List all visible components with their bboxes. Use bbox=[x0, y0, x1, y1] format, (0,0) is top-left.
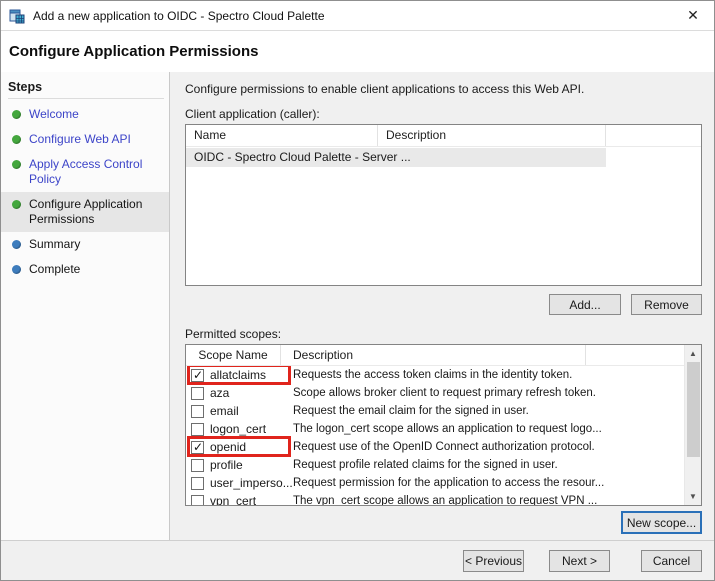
steps-heading: Steps bbox=[8, 80, 43, 94]
step-bullet-icon bbox=[12, 200, 21, 209]
page-title: Configure Application Permissions bbox=[9, 43, 259, 60]
scope-description: The logon_cert scope allows an applicati… bbox=[293, 423, 602, 435]
scope-name-cell: aza bbox=[186, 386, 281, 400]
footer-bar: < Previous Next > Cancel bbox=[1, 540, 714, 580]
scope-row-openid[interactable]: openid Request use of the OpenID Connect … bbox=[186, 436, 701, 457]
scope-name: email bbox=[210, 404, 239, 418]
step-label: Welcome bbox=[29, 107, 79, 121]
scroll-thumb[interactable] bbox=[686, 362, 700, 457]
scroll-down-icon[interactable]: ▼ bbox=[685, 488, 702, 505]
scope-checkbox[interactable] bbox=[191, 368, 204, 382]
scopes-scrollbar[interactable]: ▲ ▼ bbox=[684, 345, 701, 505]
scopes-column-name[interactable]: Scope Name bbox=[186, 345, 281, 365]
client-column-description[interactable]: Description bbox=[378, 125, 606, 146]
step-bullet-icon bbox=[12, 135, 21, 144]
step-bullet-icon bbox=[12, 240, 21, 249]
scope-checkbox[interactable] bbox=[191, 440, 204, 454]
scope-checkbox[interactable] bbox=[191, 458, 204, 472]
sidebar-step-welcome[interactable]: Welcome bbox=[1, 102, 169, 127]
scope-name: aza bbox=[210, 386, 230, 400]
scope-row-profile[interactable]: profile Request profile related claims fo… bbox=[186, 456, 701, 474]
next-button[interactable]: Next > bbox=[549, 549, 610, 572]
scope-name-cell: profile bbox=[186, 458, 281, 472]
scope-name-cell: vpn_cert bbox=[186, 494, 281, 505]
client-table-header: Name Description bbox=[186, 125, 701, 147]
sidebar-step-apply-access-control-policy[interactable]: Apply Access Control Policy bbox=[1, 152, 169, 192]
steps-divider bbox=[8, 98, 164, 99]
scope-checkbox[interactable] bbox=[191, 494, 204, 505]
scopes-table-header: Scope Name Description bbox=[186, 345, 701, 366]
permitted-scopes-label: Permitted scopes: bbox=[185, 327, 282, 341]
sidebar-step-configure-application-permissions[interactable]: Configure Application Permissions bbox=[1, 192, 169, 232]
step-label: Complete bbox=[29, 262, 81, 276]
sidebar-step-complete[interactable]: Complete bbox=[1, 257, 169, 282]
scope-description: The vpn_cert scope allows an application… bbox=[293, 495, 598, 505]
scope-checkbox[interactable] bbox=[191, 476, 204, 490]
scope-description: Request permission for the application t… bbox=[293, 477, 605, 489]
cancel-button[interactable]: Cancel bbox=[641, 549, 702, 572]
scope-row-aza[interactable]: aza Scope allows broker client to request… bbox=[186, 384, 701, 402]
step-bullet-icon bbox=[12, 160, 21, 169]
scope-row-logon-cert[interactable]: logon_cert The logon_cert scope allows an… bbox=[186, 420, 701, 438]
client-application-table: Name Description OIDC - Spectro Cloud Pa… bbox=[185, 124, 702, 286]
scope-checkbox[interactable] bbox=[191, 386, 204, 400]
scope-checkbox[interactable] bbox=[191, 422, 204, 436]
scope-row-email[interactable]: email Request the email claim for the sig… bbox=[186, 402, 701, 420]
previous-button[interactable]: < Previous bbox=[463, 549, 524, 572]
scope-name-cell: email bbox=[186, 404, 281, 418]
scope-checkbox[interactable] bbox=[191, 404, 204, 418]
scope-name: vpn_cert bbox=[210, 494, 257, 505]
sidebar-step-configure-web-api[interactable]: Configure Web API bbox=[1, 127, 169, 152]
step-label: Apply Access Control Policy bbox=[29, 157, 143, 186]
intro-text: Configure permissions to enable client a… bbox=[185, 82, 585, 96]
permitted-scopes-table: Scope Name Description allatclaims Reques… bbox=[185, 344, 702, 506]
scope-name-cell: user_imperso... bbox=[186, 476, 293, 490]
scope-name: openid bbox=[210, 440, 247, 454]
steps-list: Welcome Configure Web API Apply Access Con… bbox=[1, 102, 169, 282]
step-bullet-icon bbox=[12, 110, 21, 119]
scope-row-user-imperso-[interactable]: user_imperso... Request permission for th… bbox=[186, 474, 701, 492]
close-icon[interactable]: ✕ bbox=[682, 5, 704, 27]
page-header: Configure Application Permissions bbox=[1, 31, 714, 72]
scopes-column-description[interactable]: Description bbox=[281, 345, 586, 365]
steps-sidebar: Steps Welcome Configure Web API Apply Acce… bbox=[1, 72, 170, 540]
step-label: Configure Web API bbox=[29, 132, 131, 146]
step-label: Configure Application Permissions bbox=[29, 197, 143, 226]
scope-description: Request use of the OpenID Connect author… bbox=[293, 441, 595, 453]
scope-name-cell: allatclaims bbox=[186, 368, 281, 382]
client-application-row[interactable]: OIDC - Spectro Cloud Palette - Server ..… bbox=[186, 148, 606, 167]
step-label: Summary bbox=[29, 237, 81, 251]
scope-row-vpn-cert[interactable]: vpn_cert The vpn_cert scope allows an app… bbox=[186, 492, 701, 505]
add-button[interactable]: Add... bbox=[549, 294, 621, 315]
content-pane: Configure permissions to enable client a… bbox=[170, 72, 714, 540]
scope-description: Requests the access token claims in the … bbox=[293, 369, 573, 381]
scope-name-cell: logon_cert bbox=[186, 422, 281, 436]
client-column-name[interactable]: Name bbox=[186, 125, 378, 146]
scope-name-cell: openid bbox=[186, 440, 281, 454]
new-scope-button[interactable]: New scope... bbox=[621, 511, 702, 534]
window-title: Add a new application to OIDC - Spectro … bbox=[33, 8, 325, 23]
scope-row-allatclaims[interactable]: allatclaims Requests the access token cla… bbox=[186, 366, 701, 385]
scope-description: Scope allows broker client to request pr… bbox=[293, 387, 596, 399]
step-bullet-icon bbox=[12, 265, 21, 274]
sidebar-step-summary[interactable]: Summary bbox=[1, 232, 169, 257]
scope-name: allatclaims bbox=[210, 368, 267, 382]
scope-name: profile bbox=[210, 458, 243, 472]
wizard-window: Add a new application to OIDC - Spectro … bbox=[0, 0, 715, 581]
scope-description: Request profile related claims for the s… bbox=[293, 459, 558, 471]
client-application-label: Client application (caller): bbox=[185, 107, 320, 121]
scope-description: Request the email claim for the signed i… bbox=[293, 405, 529, 417]
scope-name: logon_cert bbox=[210, 422, 267, 436]
remove-button[interactable]: Remove bbox=[631, 294, 702, 315]
application-icon bbox=[9, 8, 25, 24]
scroll-up-icon[interactable]: ▲ bbox=[685, 345, 702, 362]
title-bar: Add a new application to OIDC - Spectro … bbox=[1, 1, 714, 31]
